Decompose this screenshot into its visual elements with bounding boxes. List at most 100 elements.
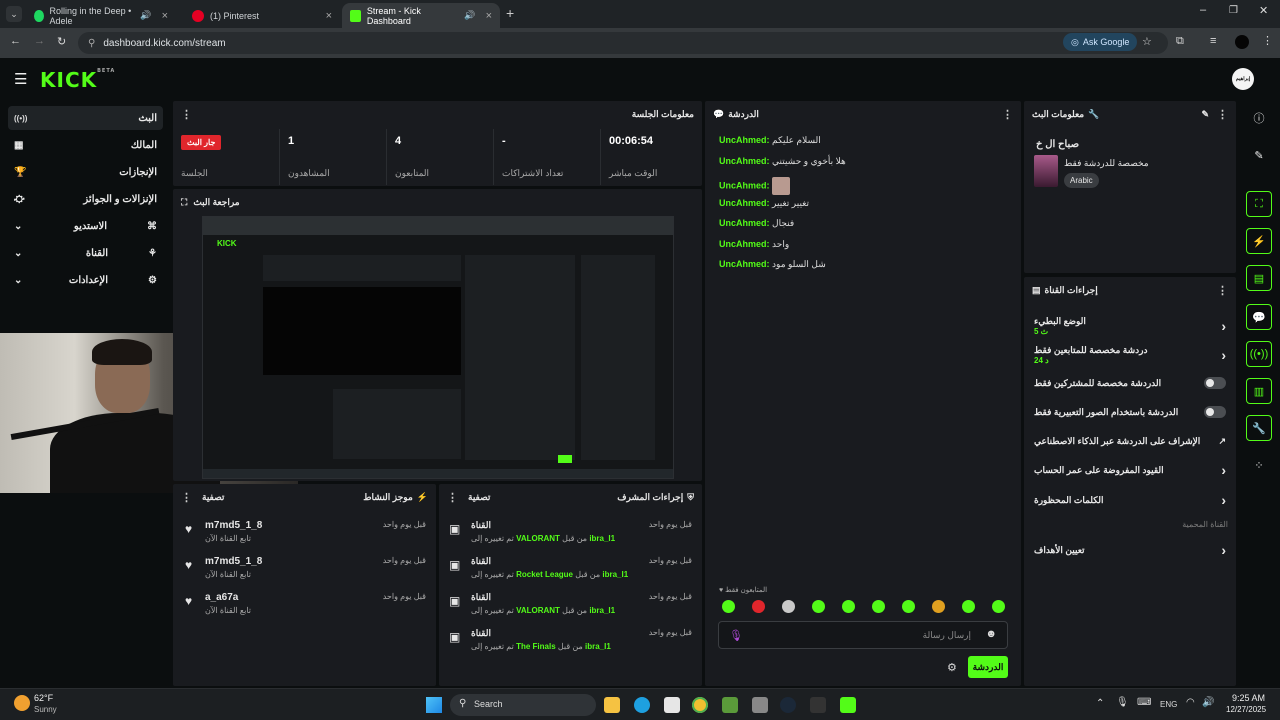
activity-user[interactable]: m7md5_1_8 (205, 556, 262, 567)
taskbar-search[interactable]: ⚲ Search (450, 694, 596, 716)
activity-user[interactable]: a_a67a (205, 592, 238, 603)
pencil-icon[interactable]: ✎ (1201, 109, 1209, 120)
clock-time[interactable]: 9:25 AM (1232, 693, 1265, 703)
chat-input[interactable]: 🎙 إرسال رسالة ☻ (718, 621, 1008, 649)
action-user[interactable]: ibra_I1 (589, 534, 615, 543)
chat-username[interactable]: UncAhmed: (719, 135, 770, 145)
tab-list-button[interactable]: ⌄ (6, 6, 22, 22)
sidebar-item-owner[interactable]: ▦ المالك (8, 133, 163, 157)
chrome-icon[interactable] (692, 697, 708, 713)
ai-moderation-row[interactable]: الإشراف على الدردشة عبر الذكاء الاصطناعي… (1030, 428, 1230, 454)
tab-kick-dashboard[interactable]: Stream - Kick Dashboard 🔊 × (342, 3, 500, 28)
new-tab-button[interactable]: + (506, 5, 514, 21)
emote-button[interactable] (902, 600, 915, 613)
activity-user[interactable]: m7md5_1_8 (205, 520, 262, 531)
close-window-icon[interactable]: ✕ (1259, 4, 1268, 17)
more-options-icon[interactable]: ⋮ (447, 491, 458, 504)
wrench-icon[interactable]: 🔧 (1246, 415, 1272, 441)
fullscreen-icon[interactable]: ⛶ (1246, 191, 1272, 217)
file-explorer-icon[interactable] (604, 697, 620, 713)
emote-button[interactable] (992, 600, 1005, 613)
chat-username[interactable]: UncAhmed: (719, 198, 770, 208)
tab-spotify[interactable]: Rolling in the Deep • Adele 🔊 × (26, 3, 176, 28)
info-icon[interactable]: ⓘ (1246, 105, 1272, 131)
minimize-icon[interactable]: – (1200, 4, 1206, 16)
broadcast-icon[interactable]: ((•)) (1246, 341, 1272, 367)
emote-button[interactable] (872, 600, 885, 613)
chat-bubble-icon[interactable]: 💬 (1246, 304, 1272, 330)
chevron-up-icon[interactable]: ⌃ (1096, 698, 1104, 709)
pencil-icon[interactable]: ✎ (1246, 142, 1272, 168)
emote-button[interactable] (932, 600, 945, 613)
extensions-icon[interactable]: ⧉ (1176, 35, 1184, 48)
hamburger-menu-icon[interactable]: ☰ (14, 70, 27, 88)
minecraft-icon[interactable] (722, 697, 738, 713)
speaker-icon[interactable]: 🔊 (1202, 697, 1214, 708)
more-options-icon[interactable]: ⋮ (181, 108, 192, 121)
sidebar-item-settings[interactable]: ⌄ الإعدادات ⚙ (8, 268, 163, 292)
kick-taskbar-icon[interactable] (840, 697, 856, 713)
emote-button[interactable] (722, 600, 735, 613)
slow-mode-row[interactable]: الوضع البطيء 5 ث › (1030, 311, 1230, 341)
action-user[interactable]: ibra_I1 (602, 570, 628, 579)
microphone-icon[interactable]: 🎙 (729, 629, 743, 642)
emote-chat-toggle[interactable] (1204, 406, 1226, 418)
restore-icon[interactable]: ❐ (1229, 5, 1238, 16)
chat-username[interactable]: UncAhmed: (719, 180, 770, 190)
close-tab-icon[interactable]: × (162, 10, 168, 22)
sidebar-item-stream[interactable]: ((•)) البث (8, 106, 163, 130)
keyboard-icon[interactable]: ⌨ (1137, 697, 1151, 708)
more-options-icon[interactable]: ⋮ (181, 491, 192, 504)
site-info-icon[interactable]: ⚲ (88, 38, 95, 49)
mic-icon[interactable]: 🎙 (1116, 697, 1129, 708)
sidebar-item-studio[interactable]: ⌄ الاستديو ⌘ (8, 214, 163, 238)
address-bar[interactable]: ⚲ dashboard.kick.com/stream (78, 32, 1168, 54)
language-indicator[interactable]: ENG (1160, 700, 1177, 709)
back-icon[interactable]: ← (10, 35, 21, 47)
clock-date[interactable]: 12/27/2025 (1226, 705, 1266, 714)
filter-button[interactable]: تصفية (468, 492, 490, 503)
store-icon[interactable] (664, 697, 680, 713)
chat-username[interactable]: UncAhmed: (719, 218, 770, 228)
chat-settings-icon[interactable]: ⚙ (947, 661, 957, 674)
sidebar-item-drops[interactable]: ⛮ الإنزالات و الجوائز (8, 187, 163, 211)
chat-username[interactable]: UncAhmed: (719, 239, 770, 249)
fullscreen-icon[interactable]: ⛶ (181, 197, 187, 208)
layout-icon[interactable]: ▥ (1246, 378, 1272, 404)
bookmark-star-icon[interactable]: ☆ (1142, 35, 1152, 48)
sidebar-item-channel[interactable]: ⌄ القناة ⚘ (8, 241, 163, 265)
user-avatar[interactable]: إبراهيم (1232, 68, 1254, 90)
lightning-icon[interactable]: ⚡ (1246, 228, 1272, 254)
set-goals-row[interactable]: تعيين الأهداف › (1030, 537, 1230, 563)
more-options-icon[interactable]: ⋮ (1217, 108, 1228, 121)
more-options-icon[interactable]: ⋮ (1002, 108, 1013, 121)
emoji-icon[interactable]: ☻ (985, 628, 997, 640)
emote-button[interactable] (812, 600, 825, 613)
banned-words-row[interactable]: الكلمات المحظورة › (1030, 487, 1230, 513)
emote-button[interactable] (842, 600, 855, 613)
action-user[interactable]: ibra_I1 (585, 642, 611, 651)
account-age-row[interactable]: القيود المفروضة على عمر الحساب › (1030, 457, 1230, 483)
tab-pinterest[interactable]: (1) Pinterest × (184, 3, 340, 28)
close-tab-icon[interactable]: × (486, 10, 492, 22)
windows-start-icon[interactable] (426, 697, 442, 713)
sidebar-item-achievements[interactable]: 🏆 الإنجازات (8, 160, 163, 184)
emote-button[interactable] (962, 600, 975, 613)
emote-button[interactable] (782, 600, 795, 613)
media-controls-icon[interactable]: ≡ (1210, 35, 1216, 47)
followers-chat-row[interactable]: دردشة مخصصة للمتابعين فقط 24 د › (1030, 340, 1230, 370)
wifi-icon[interactable]: ◠ (1186, 697, 1195, 708)
edge-icon[interactable] (634, 697, 650, 713)
stream-preview-video[interactable]: KICK (202, 216, 674, 479)
steam-icon[interactable] (780, 697, 796, 713)
close-tab-icon[interactable]: × (326, 10, 332, 22)
reload-icon[interactable]: ↻ (57, 35, 66, 48)
terminal-icon[interactable] (810, 697, 826, 713)
document-icon[interactable]: ▤ (1246, 265, 1272, 291)
ask-google-button[interactable]: ◎ Ask Google (1063, 33, 1138, 51)
app-icon[interactable] (752, 697, 768, 713)
more-options-icon[interactable]: ⋮ (1217, 284, 1228, 297)
forward-icon[interactable]: → (34, 35, 45, 47)
kick-logo[interactable]: KICKBETA (40, 68, 115, 92)
filter-button[interactable]: تصفية (202, 492, 224, 503)
